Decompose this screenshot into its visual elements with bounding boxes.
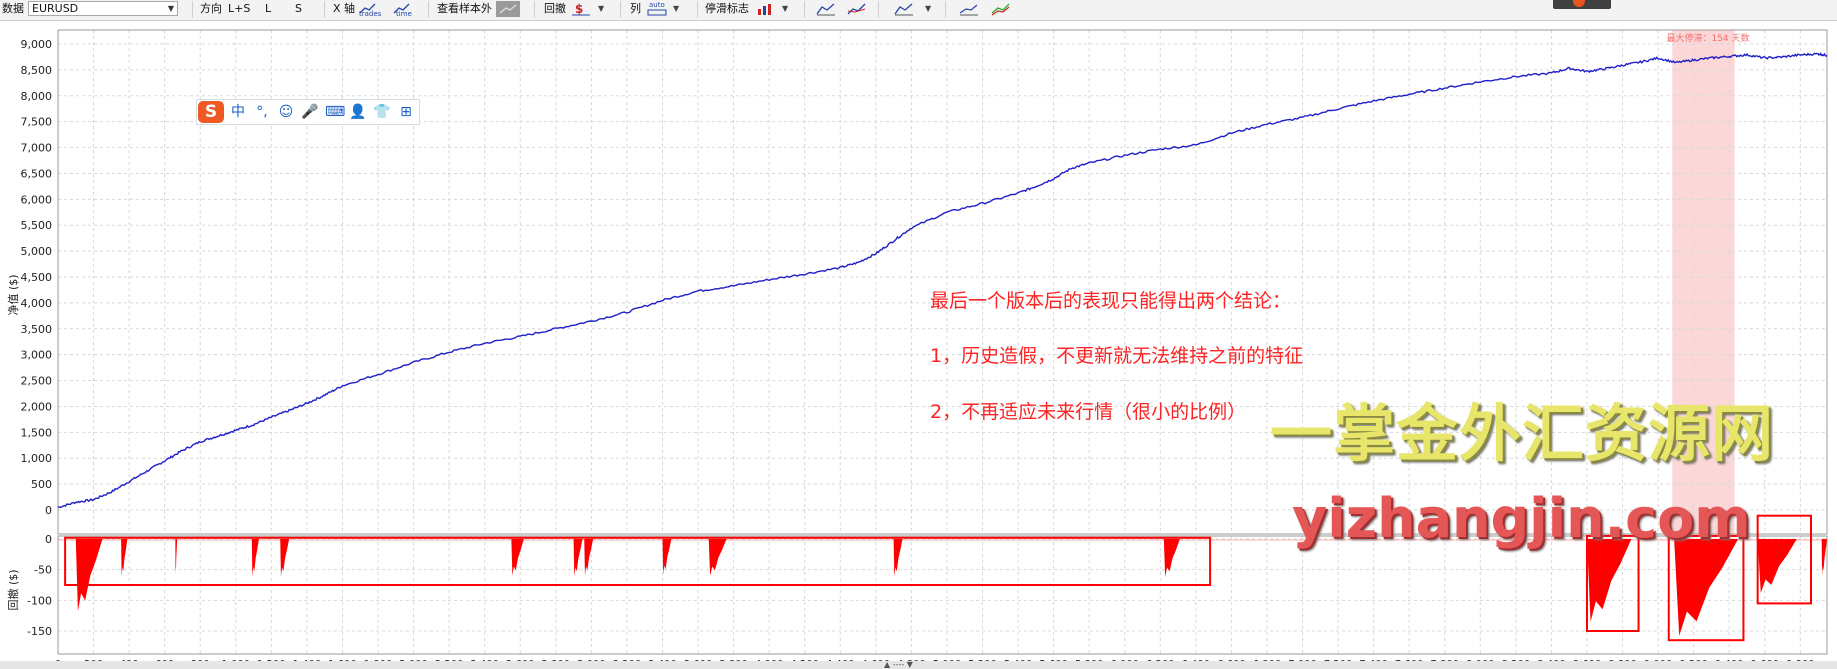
view-sample-label: 查看样本外 xyxy=(437,2,492,15)
direction-label: 方向 xyxy=(200,2,222,15)
toolbar-divider xyxy=(324,1,325,18)
y-tick-label: 4,000 xyxy=(21,297,53,310)
drawdown-dropdown-icon[interactable]: ▼ xyxy=(598,0,604,18)
multi-line-icon[interactable] xyxy=(958,1,980,17)
y-tick-label: 5,500 xyxy=(21,219,53,232)
skin-icon[interactable]: 👕 xyxy=(373,103,391,121)
toolbar-divider xyxy=(878,1,879,18)
y-tick-label: 7,500 xyxy=(21,116,53,129)
svg-text:$: $ xyxy=(575,2,583,16)
symbol-value: EURUSD xyxy=(32,2,79,15)
dd-y-tick-label: -150 xyxy=(27,625,52,638)
toolbar-divider xyxy=(192,1,193,18)
punctuation-icon[interactable]: °, xyxy=(253,103,271,121)
dd-y-tick-label: 0 xyxy=(45,533,52,546)
dd-y-tick-label: -50 xyxy=(34,564,52,577)
y-tick-label: 3,000 xyxy=(21,349,53,362)
direction-option-ls[interactable]: L+S xyxy=(228,0,250,18)
annotation-line-2: 1，历史造假，不更新就无法维持之前的特征 xyxy=(930,345,1304,367)
drawdown-spike xyxy=(1674,539,1739,636)
y-tick-label: 9,000 xyxy=(21,38,53,51)
columns-label: 列 xyxy=(630,2,641,15)
out-of-sample-toggle-icon[interactable] xyxy=(496,1,520,17)
y-tick-label: 4,500 xyxy=(21,271,53,284)
data-label: 数据 xyxy=(2,2,24,15)
drawdown-spike xyxy=(584,539,594,576)
tick-labels: 0 500 1,000 1,500 2,000 2,500 3,000 3,500 4,000 4… xyxy=(21,38,1815,661)
drawdown-spike xyxy=(1163,539,1180,578)
stop-marker-label: 停滑标志 xyxy=(705,2,749,15)
drawdown-spike xyxy=(175,539,178,576)
watermark-chinese: 一掌金外汇资源网 xyxy=(1270,397,1775,470)
drawdown-spike xyxy=(1757,539,1797,593)
annotation-line-3: 2，不再适应未来行情（很小的比例） xyxy=(930,401,1247,423)
columns-dropdown-icon[interactable]: ▼ xyxy=(673,0,679,18)
y-tick-label: 6,500 xyxy=(21,167,53,180)
toolbar-divider xyxy=(534,1,535,18)
direction-option-long[interactable]: L xyxy=(265,0,271,18)
annotation-line-1: 最后一个版本后的表现只能得出两个结论： xyxy=(930,290,1292,312)
columns-auto-icon[interactable]: auto xyxy=(646,1,668,17)
y-tick-label: 0 xyxy=(45,504,52,517)
sogou-logo-icon[interactable]: S xyxy=(198,101,224,123)
equity-chart-icon[interactable] xyxy=(846,1,868,17)
xaxis-trades-icon[interactable]: trades xyxy=(358,1,381,18)
max-stagnation-label: 最大停滞：154 天数 xyxy=(1666,32,1749,44)
y-tick-label: 2,500 xyxy=(21,375,53,388)
y-tick-label: 8,500 xyxy=(21,64,53,77)
y-tick-label: 1,500 xyxy=(21,426,53,439)
drawdown-plot-frame xyxy=(57,535,1828,655)
xaxis-label: X 轴 xyxy=(333,2,356,15)
toolbar-divider xyxy=(697,1,698,18)
y-tick-label: 3,500 xyxy=(21,323,53,336)
dollar-chart-icon[interactable]: $ xyxy=(570,1,592,17)
y-tick-label: 2,000 xyxy=(21,400,53,413)
line-chart-icon[interactable] xyxy=(893,1,915,17)
account-icon[interactable]: 👤 xyxy=(349,103,367,121)
y-tick-label: 1,000 xyxy=(21,452,53,465)
toolbox-icon[interactable]: ⊞ xyxy=(397,103,415,121)
drawdown-spike xyxy=(893,539,903,578)
drawdown-spike xyxy=(280,539,290,578)
drawdown-series xyxy=(58,539,1827,636)
watermark-url: yizhangjin.com xyxy=(1292,487,1751,550)
chart-type-dropdown-icon[interactable]: ▼ xyxy=(925,0,931,18)
drawdown-spike xyxy=(573,539,583,578)
y-tick-label: 7,000 xyxy=(21,142,53,155)
voice-icon[interactable]: 🎤 xyxy=(301,103,319,121)
multi-series-icon[interactable] xyxy=(990,1,1012,17)
drawdown-axis-label: 回撤 ($) xyxy=(6,569,20,610)
y-tick-label: 5,000 xyxy=(21,245,53,258)
chevron-down-icon: ▼ xyxy=(167,4,174,13)
y-tick-label: 8,000 xyxy=(21,90,53,103)
ime-toolbar[interactable]: S 中 °, ☺ 🎤 ⌨ 👤 👕 ⊞ xyxy=(196,99,420,125)
symbol-select[interactable]: EURUSD ▼ xyxy=(28,1,178,16)
splitter-handle[interactable]: ▲ ---- ▼ xyxy=(884,661,944,669)
stop-marker-dropdown-icon[interactable]: ▼ xyxy=(782,0,788,18)
drawdown-spike xyxy=(251,539,259,578)
highlight-box xyxy=(64,536,1212,586)
line-chart-icon[interactable] xyxy=(815,1,837,17)
drawdown-spike xyxy=(511,539,524,576)
direction-option-short[interactable]: S xyxy=(295,0,302,18)
dd-y-tick-label: -100 xyxy=(27,594,52,607)
toolbar-divider xyxy=(804,1,805,18)
y-tick-label: 500 xyxy=(31,478,52,491)
drawdown-label: 回撤 xyxy=(544,2,566,15)
drawdown-spike xyxy=(1586,539,1632,622)
drawdown-spike xyxy=(1821,539,1827,576)
drawdown-spike xyxy=(121,539,128,578)
y-tick-label: 6,000 xyxy=(21,193,53,206)
chinese-mode-icon[interactable]: 中 xyxy=(229,103,247,121)
emoji-icon[interactable]: ☺ xyxy=(277,103,295,121)
equity-axis-label: 净值 ($) xyxy=(6,274,20,315)
toolbar-divider xyxy=(428,1,429,18)
drawdown-spike xyxy=(708,539,727,576)
tray-widget[interactable] xyxy=(1553,0,1611,9)
toolbar-divider xyxy=(620,1,621,18)
xaxis-time-icon[interactable]: time xyxy=(392,1,414,18)
bar-chart-icon[interactable] xyxy=(755,1,777,17)
toolbar-divider xyxy=(945,1,946,18)
keyboard-icon[interactable]: ⌨ xyxy=(325,103,345,121)
